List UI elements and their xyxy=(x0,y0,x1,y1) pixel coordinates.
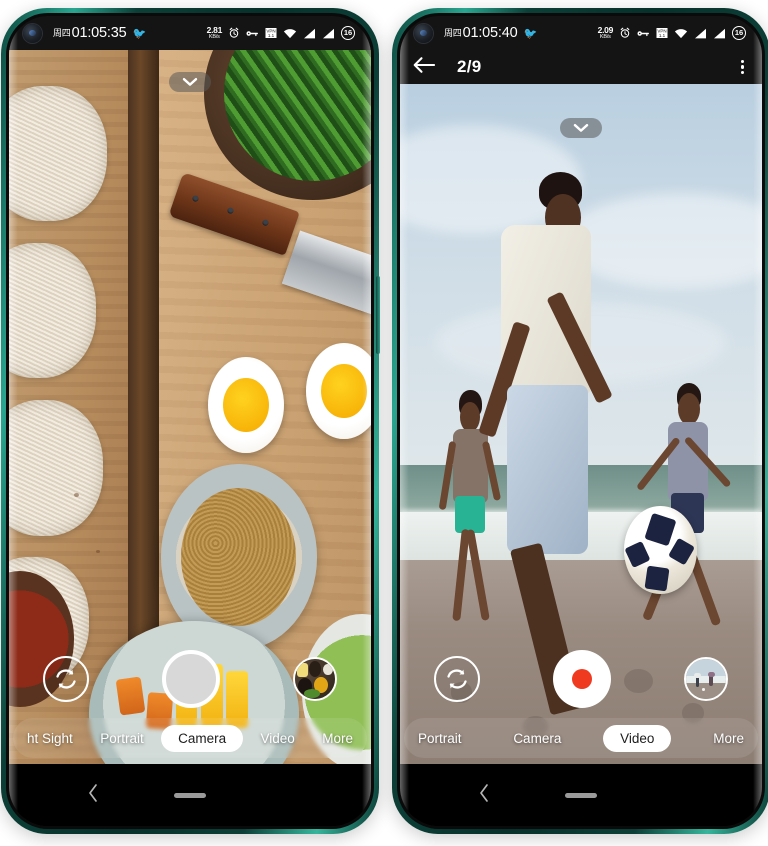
collapse-controls-button[interactable] xyxy=(169,72,211,92)
back-chevron-icon[interactable] xyxy=(478,783,490,808)
network-speed: 2.81 KB/s xyxy=(207,26,223,40)
bird-icon: 🐦 xyxy=(523,27,538,40)
signal-sim2-icon xyxy=(714,28,725,38)
status-bar-right: 周四 01:05:40 🐦 2.09 KB/s VPN 1.1 16 xyxy=(400,16,762,50)
phone-left-screen: 周四 01:05:35 🐦 2.81 KB/s VPN 1.1 16 ht Si… xyxy=(9,16,371,826)
navigation-bar-left xyxy=(9,764,371,826)
chevron-down-icon xyxy=(182,78,198,86)
navigation-bar-right xyxy=(400,764,762,826)
mode-camera[interactable]: Camera xyxy=(503,725,571,752)
status-time: 01:05:40 xyxy=(462,25,518,41)
chevron-down-icon xyxy=(573,124,589,132)
front-camera-punch-hole xyxy=(414,23,433,43)
status-day-label: 周四 xyxy=(444,28,462,38)
phone-left: 周四 01:05:35 🐦 2.81 KB/s VPN 1.1 16 ht Si… xyxy=(1,8,380,834)
network-speed: 2.09 KB/s xyxy=(598,26,614,40)
mode-camera[interactable]: Camera xyxy=(161,724,244,752)
camera-flip-icon[interactable] xyxy=(43,656,89,702)
gallery-header: 2/9 xyxy=(400,50,762,84)
page-title: 2/9 xyxy=(457,57,482,76)
mode-video[interactable]: Video xyxy=(603,724,672,752)
status-clock: 周四 01:05:40 xyxy=(444,25,518,41)
mode-more[interactable]: More xyxy=(312,725,363,752)
noodle-bundle xyxy=(9,399,104,536)
arrow-left-icon[interactable] xyxy=(413,56,436,79)
phone-right-bezel: 周四 01:05:40 🐦 2.09 KB/s VPN 1.1 16 2/9 P… xyxy=(397,13,765,829)
soccer-ball xyxy=(624,505,697,594)
signal-sim2-icon xyxy=(323,28,334,38)
mode-night-sight[interactable]: ht Sight xyxy=(17,725,83,752)
camera-viewfinder-left[interactable]: ht Sight Portrait Camera Video More xyxy=(9,50,371,764)
wifi-icon xyxy=(283,28,297,38)
collapse-controls-button[interactable] xyxy=(560,118,602,138)
wifi-icon xyxy=(674,28,688,38)
key-icon xyxy=(637,30,649,36)
power-button[interactable] xyxy=(376,276,380,354)
mode-selector-right[interactable]: Portrait Camera Video More xyxy=(404,718,758,758)
signal-sim1-icon xyxy=(695,28,706,38)
battery-indicator: 16 xyxy=(341,26,355,40)
shutter-button[interactable] xyxy=(162,650,220,708)
svg-text:1.1: 1.1 xyxy=(268,33,275,38)
home-indicator[interactable] xyxy=(565,792,597,798)
beach-thumbnail[interactable] xyxy=(684,657,728,701)
front-camera-punch-hole xyxy=(23,23,42,43)
spices-thumbnail[interactable] xyxy=(293,657,337,701)
svg-text:1.1: 1.1 xyxy=(659,33,666,38)
dual-phone-screenshot: 周四 01:05:35 🐦 2.81 KB/s VPN 1.1 16 ht Si… xyxy=(0,0,768,846)
vpn-icon: VPN 1.1 xyxy=(656,28,668,38)
camera-viewfinder-right[interactable]: Portrait Camera Video More xyxy=(400,84,762,764)
record-button[interactable] xyxy=(553,650,611,708)
network-speed-unit: KB/s xyxy=(599,33,611,40)
home-indicator[interactable] xyxy=(174,792,206,798)
status-bar-left: 周四 01:05:35 🐦 2.81 KB/s VPN 1.1 16 xyxy=(9,16,371,50)
player-foreground-kicking xyxy=(477,172,632,715)
key-icon xyxy=(246,30,258,36)
network-speed-unit: KB/s xyxy=(208,33,220,40)
mode-portrait[interactable]: Portrait xyxy=(90,725,154,752)
mode-selector-left[interactable]: ht Sight Portrait Camera Video More xyxy=(13,718,367,758)
alarm-icon xyxy=(229,27,239,38)
mode-portrait[interactable]: Portrait xyxy=(408,725,472,752)
boiled-egg xyxy=(208,357,285,454)
phone-right-screen: 周四 01:05:40 🐦 2.09 KB/s VPN 1.1 16 2/9 P… xyxy=(400,16,762,826)
bird-icon: 🐦 xyxy=(132,27,147,40)
mode-more[interactable]: More xyxy=(703,725,754,752)
battery-indicator: 16 xyxy=(732,26,746,40)
status-clock: 周四 01:05:35 xyxy=(53,25,127,41)
phone-left-bezel: 周四 01:05:35 🐦 2.81 KB/s VPN 1.1 16 ht Si… xyxy=(6,13,374,829)
mode-video[interactable]: Video xyxy=(251,725,305,752)
noodle-bundle xyxy=(9,85,107,222)
camera-controls-right xyxy=(400,648,762,710)
back-chevron-icon[interactable] xyxy=(87,783,99,808)
vpn-icon: VPN 1.1 xyxy=(265,28,277,38)
kebab-menu-icon[interactable] xyxy=(738,57,747,78)
camera-controls-left xyxy=(9,648,371,710)
status-time: 01:05:35 xyxy=(71,25,127,41)
signal-sim1-icon xyxy=(304,28,315,38)
alarm-icon xyxy=(620,27,630,38)
camera-flip-icon[interactable] xyxy=(434,656,480,702)
phone-right: 周四 01:05:40 🐦 2.09 KB/s VPN 1.1 16 2/9 P… xyxy=(392,8,768,834)
status-day-label: 周四 xyxy=(53,28,71,38)
